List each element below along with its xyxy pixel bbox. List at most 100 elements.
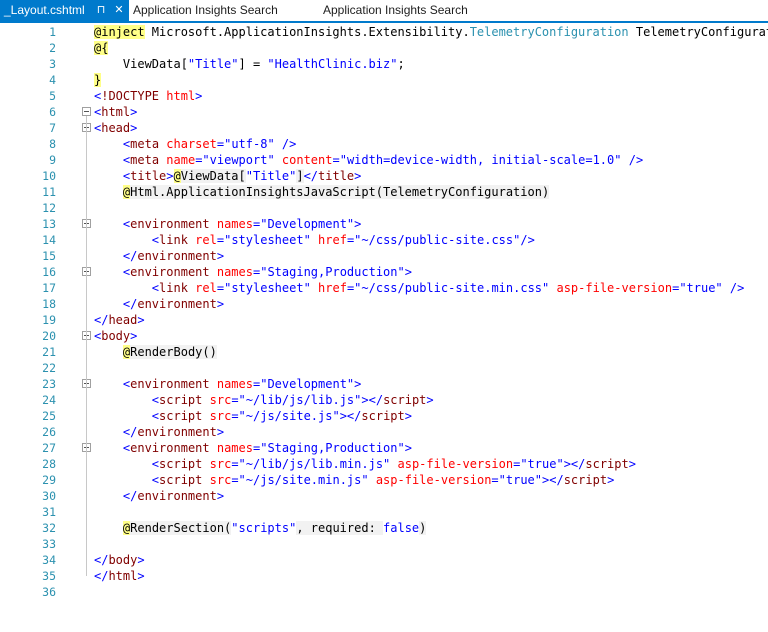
code-token: href — [318, 281, 347, 295]
code-line[interactable]: 23 <environment names="Development"> — [0, 376, 768, 392]
code-line[interactable]: 28 <script src="~/lib/js/lib.min.js" asp… — [0, 456, 768, 472]
code-line[interactable]: 5 <!DOCTYPE html> — [0, 88, 768, 104]
code-token: "Development" — [260, 217, 355, 231]
code-line[interactable]: 1 @inject Microsoft.ApplicationInsights.E… — [0, 24, 768, 40]
code-token: = — [332, 153, 340, 167]
code-token: href — [318, 233, 347, 247]
code-token: > — [354, 169, 362, 183]
code-token: src — [209, 473, 232, 487]
pin-icon[interactable]: ⊓ — [93, 0, 109, 21]
line-number: 15 — [42, 249, 56, 263]
code-token: ] — [296, 169, 304, 183]
code-text: <environment names="Staging,Production"> — [94, 264, 412, 280]
code-line[interactable]: 20 <body> — [0, 328, 768, 344]
code-line[interactable]: 27 <environment names="Staging,Productio… — [0, 440, 768, 456]
code-line[interactable]: 16 <environment names="Staging,Productio… — [0, 264, 768, 280]
code-line[interactable]: 18 </environment> — [0, 296, 768, 312]
code-token: @{ — [94, 41, 109, 55]
code-text: <link rel="stylesheet" href="~/css/publi… — [94, 232, 535, 248]
code-token: meta — [130, 137, 160, 151]
code-line[interactable]: 31 — [0, 504, 768, 520]
line-number: 2 — [49, 41, 56, 55]
code-line[interactable]: 35 </html> — [0, 568, 768, 584]
code-text: @inject Microsoft.ApplicationInsights.Ex… — [94, 24, 768, 40]
code-token: > — [354, 377, 362, 391]
line-number: 18 — [42, 297, 56, 311]
code-line[interactable]: 6 <html> — [0, 104, 768, 120]
code-token: body — [108, 553, 138, 567]
code-line[interactable]: 30 </environment> — [0, 488, 768, 504]
line-number: 10 — [42, 169, 56, 183]
code-token: "width=device-width, initial-scale=1.0" — [339, 153, 622, 167]
line-number: 14 — [42, 233, 56, 247]
tab-application-insights-search-1[interactable]: Application Insights Search — [133, 0, 278, 21]
code-token: src — [209, 393, 232, 407]
code-token: > — [628, 457, 636, 471]
code-line[interactable]: 7 <head> — [0, 120, 768, 136]
code-line[interactable]: 26 </environment> — [0, 424, 768, 440]
code-token: script — [585, 457, 629, 471]
code-token: </ — [303, 169, 319, 183]
code-token: < — [151, 233, 160, 247]
code-token: rel — [195, 233, 217, 247]
code-token: title — [318, 169, 355, 183]
code-text: <environment names="Development"> — [94, 216, 361, 232]
code-token: "stylesheet" — [224, 281, 311, 295]
code-editor[interactable]: 1 @inject Microsoft.ApplicationInsights.E… — [0, 23, 768, 632]
code-token: !DOCTYPE — [101, 89, 160, 103]
code-line[interactable]: 29 <script src="~/js/site.min.js" asp-fi… — [0, 472, 768, 488]
code-line[interactable]: 11 @Html.ApplicationInsightsJavaScript(T… — [0, 184, 768, 200]
line-number: 24 — [42, 393, 56, 407]
tab-application-insights-search-2[interactable]: Application Insights Search — [323, 0, 468, 21]
outline-guide — [86, 228, 87, 256]
code-line[interactable]: 15 </environment> — [0, 248, 768, 264]
code-line[interactable]: 34 </body> — [0, 552, 768, 568]
code-token: > — [130, 121, 138, 135]
code-line[interactable]: 25 <script src="~/js/site.js"></script> — [0, 408, 768, 424]
code-line[interactable]: 36 — [0, 584, 768, 600]
code-token: "~/js/site.js" — [238, 409, 340, 423]
code-token: = — [231, 409, 239, 423]
code-line[interactable]: 4} — [0, 72, 768, 88]
code-token: > — [137, 569, 145, 583]
code-token: environment — [130, 441, 210, 455]
line-number: 35 — [42, 569, 56, 583]
code-token: environment — [137, 297, 217, 311]
code-line[interactable]: 21 @RenderBody() — [0, 344, 768, 360]
line-number: 28 — [42, 457, 56, 471]
tab-layout-cshtml[interactable]: _Layout.cshtml ⊓ ✕ — [0, 0, 129, 21]
code-line[interactable]: 22 — [0, 360, 768, 376]
code-line[interactable]: 14 <link rel="stylesheet" href="~/css/pu… — [0, 232, 768, 248]
code-token: > — [166, 169, 174, 183]
code-token: link — [159, 281, 188, 295]
close-icon[interactable]: ✕ — [111, 0, 127, 21]
code-line[interactable]: 24 <script src="~/lib/js/lib.js"></scrip… — [0, 392, 768, 408]
code-line[interactable]: 8 <meta charset="utf-8" /> — [0, 136, 768, 152]
code-text: <environment names="Staging,Production"> — [94, 440, 412, 456]
code-line[interactable]: 2 @{ — [0, 40, 768, 56]
line-number: 12 — [42, 201, 56, 215]
code-token: meta — [130, 153, 160, 167]
code-token: </ — [94, 553, 109, 567]
code-line[interactable]: 10 <title>@ViewData["Title"]</title> — [0, 168, 768, 184]
code-line[interactable]: 12 — [0, 200, 768, 216]
code-token: false — [383, 521, 420, 535]
code-line[interactable]: 33 — [0, 536, 768, 552]
code-line[interactable]: 19 </head> — [0, 312, 768, 328]
code-line[interactable]: 13 <environment names="Development"> — [0, 216, 768, 232]
code-line[interactable]: 17 <link rel="stylesheet" href="~/css/pu… — [0, 280, 768, 296]
code-token: = — [231, 393, 239, 407]
code-line[interactable]: 3 ViewData["Title"] = "HealthClinic.biz"… — [0, 56, 768, 72]
code-token: script — [159, 409, 203, 423]
code-line[interactable]: 32 @RenderSection("scripts", required: f… — [0, 520, 768, 536]
code-line[interactable]: 9 <meta name="viewport" content="width=d… — [0, 152, 768, 168]
code-token: , required: — [296, 521, 384, 535]
collapse-icon[interactable] — [82, 107, 91, 116]
